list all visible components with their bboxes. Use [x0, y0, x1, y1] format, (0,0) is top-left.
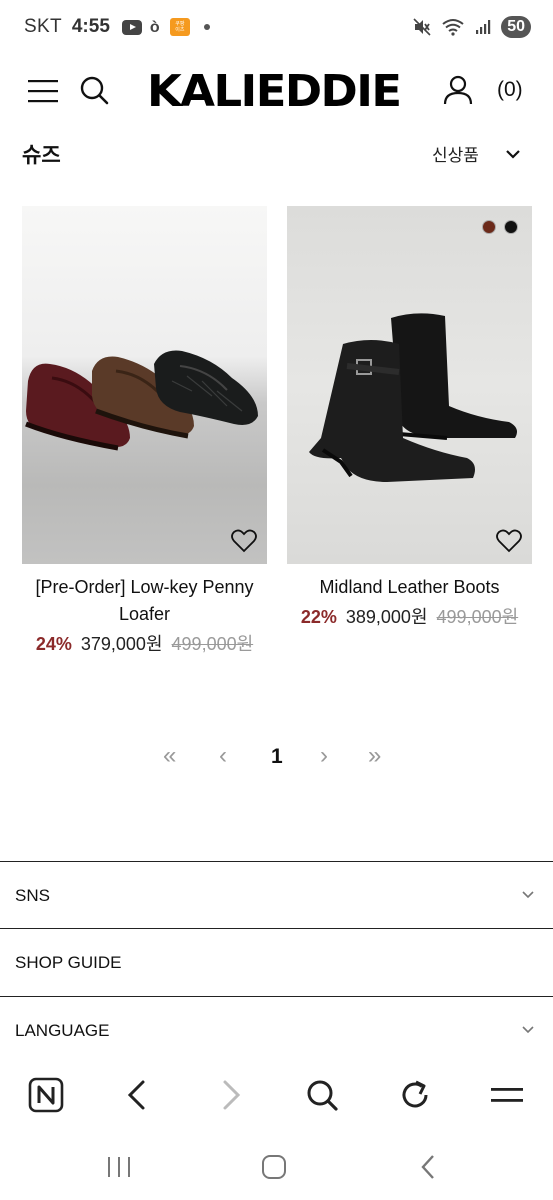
- home-icon[interactable]: [259, 1152, 289, 1182]
- wifi-icon: [442, 19, 464, 36]
- refresh-icon[interactable]: [396, 1076, 434, 1114]
- product-image[interactable]: [22, 206, 267, 564]
- chevron-down-icon: [522, 1026, 534, 1034]
- sort-selected-value: 신상품: [432, 146, 479, 165]
- sale-price: 389,000원: [345, 607, 428, 627]
- price-row: 22% 389,000원 499,000원: [287, 603, 532, 629]
- boots-photo: [309, 313, 517, 482]
- price-row: 24% 379,000원 499,000원: [22, 630, 267, 656]
- loafers-photo: [25, 350, 258, 451]
- next-page-button[interactable]: ›: [320, 742, 328, 770]
- coupang-eats-badge-text: 쿠팡 이츠: [175, 21, 185, 33]
- menu-icon[interactable]: [488, 1076, 526, 1114]
- color-swatches: [482, 220, 518, 234]
- cart-button[interactable]: (0): [497, 78, 523, 102]
- language-label: LANGUAGE: [15, 1021, 110, 1040]
- last-page-button[interactable]: »: [368, 742, 381, 770]
- clock: 4:55: [71, 16, 110, 37]
- system-navigation-bar: [0, 1134, 553, 1200]
- discount-rate: 24%: [35, 634, 72, 654]
- product-name[interactable]: [Pre-Order] Low-key Penny Loafer: [22, 574, 267, 628]
- original-price: 499,000원: [436, 607, 519, 627]
- chevron-down-icon: [522, 891, 534, 899]
- status-right: 50: [413, 16, 531, 38]
- status-bar: SKT 4:55 ò 쿠팡 이츠 50: [0, 0, 553, 54]
- status-left: SKT 4:55 ò 쿠팡 이츠: [24, 16, 210, 38]
- color-swatch-brown[interactable]: [482, 220, 496, 234]
- sns-label: SNS: [15, 886, 50, 905]
- product-card[interactable]: Midland Leather Boots 22% 389,000원 499,0…: [287, 206, 532, 629]
- prev-page-button[interactable]: ‹: [219, 742, 227, 770]
- product-name[interactable]: Midland Leather Boots: [287, 574, 532, 601]
- language-accordion[interactable]: LANGUAGE: [0, 996, 553, 1064]
- search-icon[interactable]: [78, 74, 110, 106]
- sns-accordion[interactable]: SNS: [0, 861, 553, 929]
- product-image[interactable]: [287, 206, 532, 564]
- mute-icon: [413, 18, 431, 36]
- search-icon[interactable]: [303, 1076, 341, 1114]
- category-row: 슈즈 신상품: [0, 135, 553, 175]
- shop-guide-label: SHOP GUIDE: [15, 953, 122, 972]
- current-page[interactable]: 1: [271, 745, 283, 769]
- carrier-label: SKT: [24, 16, 62, 37]
- app-notification-icon: ò: [149, 18, 160, 36]
- pagination: « ‹ 1 › »: [0, 742, 553, 774]
- product-card[interactable]: [Pre-Order] Low-key Penny Loafer 24% 379…: [22, 206, 267, 656]
- browser-toolbar: [0, 1060, 553, 1134]
- user-account-icon[interactable]: [442, 74, 474, 106]
- signal-icon: [476, 20, 491, 34]
- more-notifications-dot: [203, 24, 210, 30]
- category-title: 슈즈: [22, 144, 61, 167]
- naver-n-icon[interactable]: [27, 1076, 65, 1114]
- sale-price: 379,000원: [80, 634, 163, 654]
- system-back-icon[interactable]: [414, 1152, 444, 1182]
- first-page-button[interactable]: «: [163, 742, 176, 770]
- original-price: 499,000원: [171, 634, 254, 654]
- hamburger-menu-icon[interactable]: [28, 78, 58, 104]
- sort-dropdown[interactable]: 신상품: [432, 141, 521, 166]
- discount-rate: 22%: [300, 607, 337, 627]
- coupang-eats-notification-icon: 쿠팡 이츠: [169, 18, 190, 36]
- brand-logo[interactable]: KALIEDDIE: [147, 66, 402, 117]
- recent-apps-icon[interactable]: [104, 1152, 134, 1182]
- battery-indicator: 50: [501, 16, 531, 38]
- color-swatch-black[interactable]: [504, 220, 518, 234]
- site-header: KALIEDDIE (0): [0, 60, 553, 122]
- back-arrow-icon[interactable]: [118, 1076, 156, 1114]
- wishlist-heart-icon[interactable]: [231, 528, 257, 554]
- wishlist-heart-icon[interactable]: [496, 528, 522, 554]
- chevron-down-icon: [506, 149, 520, 159]
- shop-guide-accordion[interactable]: SHOP GUIDE: [0, 928, 553, 996]
- youtube-notification-icon: [121, 19, 142, 35]
- forward-arrow-icon[interactable]: [212, 1076, 250, 1114]
